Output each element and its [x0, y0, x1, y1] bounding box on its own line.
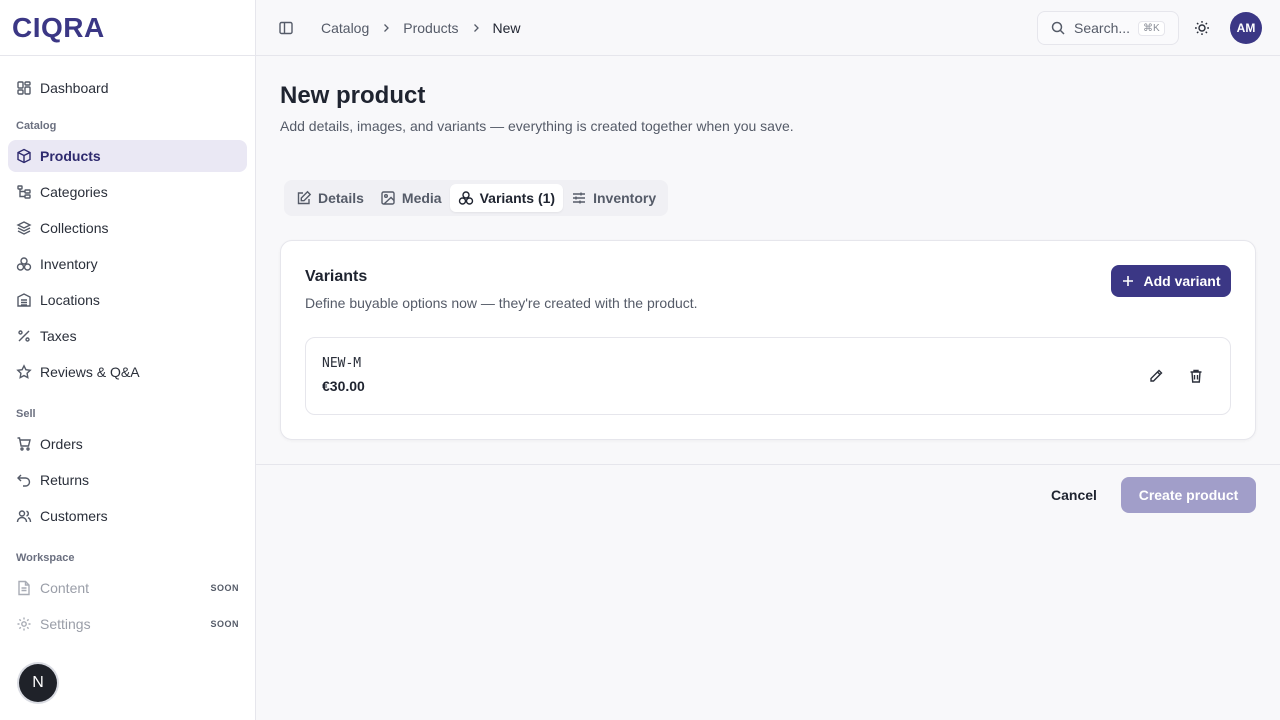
layers-icon [16, 221, 32, 235]
search-shortcut: ⌘K [1138, 20, 1165, 36]
sidebar-item-label: Collections [40, 220, 109, 236]
add-variant-button[interactable]: Add variant [1111, 265, 1231, 297]
soon-badge: SOON [210, 619, 239, 629]
star-icon [16, 364, 32, 379]
building-icon [17, 293, 31, 307]
gear-icon [17, 617, 31, 631]
variant-price: €30.00 [322, 378, 365, 394]
sidebar-item-categories[interactable]: Categories [8, 176, 247, 208]
section-label-workspace: Workspace [16, 552, 75, 564]
sidebar-item-label: Taxes [40, 328, 77, 344]
variants-subtitle: Define buyable options now — they're cre… [305, 295, 698, 311]
tab-details[interactable]: Details [288, 184, 372, 212]
variants-title: Variants [305, 268, 368, 285]
edit-icon [297, 190, 312, 205]
tab-label: Variants (1) [479, 190, 556, 206]
sidebar-item-dashboard[interactable]: Dashboard [8, 72, 247, 104]
tree-icon [17, 185, 31, 199]
dev-tools-badge[interactable]: N [19, 664, 57, 702]
brand-name: CIQRA [12, 11, 105, 43]
boxes-icon [16, 257, 32, 271]
footer-divider [256, 464, 1280, 465]
sidebar-item-label: Inventory [40, 256, 98, 272]
plus-icon [1123, 276, 1134, 286]
section-label-catalog: Catalog [16, 120, 57, 132]
tab-label: Details [318, 190, 364, 206]
return-icon [17, 474, 31, 487]
section-label-sell: Sell [16, 408, 36, 420]
sidebar-item-settings: Settings SOON [8, 608, 247, 640]
variants-card: Variants Define buyable options now — th… [280, 240, 1256, 440]
breadcrumb-new: New [492, 19, 521, 36]
tab-label: Media [401, 190, 442, 206]
sidebar-item-customers[interactable]: Customers [8, 500, 247, 532]
breadcrumb-products[interactable]: Products [403, 20, 458, 36]
main-content: New product Add details, images, and var… [256, 56, 1280, 720]
soon-badge: SOON [210, 583, 239, 593]
brand-logo[interactable]: CIQRA [0, 0, 255, 56]
page-title: New product [280, 82, 426, 109]
sidebar-item-returns[interactable]: Returns [8, 464, 247, 496]
cancel-button[interactable]: Cancel [1044, 477, 1104, 513]
product-tabs: Details Media Variants (1) Inventory [284, 180, 669, 216]
sidebar-item-label: Settings [40, 616, 91, 632]
variant-row: NEW-M €30.00 [305, 337, 1231, 415]
search-icon [1051, 21, 1065, 35]
sidebar-item-content: Content SOON [8, 572, 247, 604]
sidebar-item-label: Locations [40, 292, 100, 308]
sidebar-item-collections[interactable]: Collections [8, 212, 247, 244]
sidebar-item-inventory[interactable]: Inventory [8, 248, 247, 280]
topbar: Catalog Products New Search... ⌘K AM [256, 0, 1280, 56]
tab-media[interactable]: Media [372, 184, 450, 212]
sidebar-item-taxes[interactable]: Taxes [8, 320, 247, 352]
sidebar-item-orders[interactable]: Orders [8, 428, 247, 460]
avatar[interactable]: AM [1230, 12, 1262, 44]
sidebar-item-label: Categories [40, 184, 108, 200]
sidebar-nav: Dashboard Catalog Products Categories Co… [0, 56, 255, 640]
sun-icon[interactable] [1194, 20, 1210, 36]
sidebar-item-label: Dashboard [40, 80, 109, 96]
sidebar-item-label: Orders [40, 436, 83, 452]
grid-icon [17, 81, 31, 95]
sidebar: CIQRA Dashboard Catalog Products Categor… [0, 0, 256, 720]
file-icon [18, 580, 30, 596]
percent-icon [18, 330, 30, 342]
cart-icon [17, 437, 31, 451]
search-input[interactable]: Search... ⌘K [1037, 11, 1179, 45]
box-icon [17, 148, 31, 164]
breadcrumb: Catalog Products New [321, 20, 521, 36]
sidebar-item-reviews[interactable]: Reviews & Q&A [8, 356, 247, 388]
add-variant-label: Add variant [1143, 273, 1221, 289]
image-icon [381, 191, 395, 205]
breadcrumb-catalog[interactable]: Catalog [321, 20, 369, 36]
create-product-button[interactable]: Create product [1121, 477, 1256, 513]
users-icon [16, 510, 32, 523]
chevron-right-icon [384, 23, 390, 32]
pencil-icon[interactable] [1148, 368, 1164, 384]
sidebar-item-label: Reviews & Q&A [40, 364, 140, 380]
tab-label: Inventory [593, 190, 657, 206]
trash-icon[interactable] [1188, 368, 1204, 384]
sidebar-item-label: Content [40, 580, 90, 596]
search-placeholder: Search... [1074, 20, 1131, 36]
sidebar-item-label: Products [40, 148, 101, 164]
sidebar-item-label: Returns [40, 472, 90, 488]
sidebar-item-label: Customers [40, 508, 108, 524]
tab-inventory[interactable]: Inventory [563, 184, 664, 212]
sliders-icon [573, 192, 586, 204]
variants-icon [458, 191, 473, 205]
page-subtitle: Add details, images, and variants — ever… [280, 118, 794, 134]
chevron-right-icon [473, 23, 479, 32]
tab-variants[interactable]: Variants (1) [449, 184, 564, 212]
sidebar-toggle-icon[interactable] [278, 20, 294, 36]
variant-sku: NEW-M [322, 356, 362, 371]
sidebar-item-products[interactable]: Products [8, 140, 247, 172]
sidebar-item-locations[interactable]: Locations [8, 284, 247, 316]
